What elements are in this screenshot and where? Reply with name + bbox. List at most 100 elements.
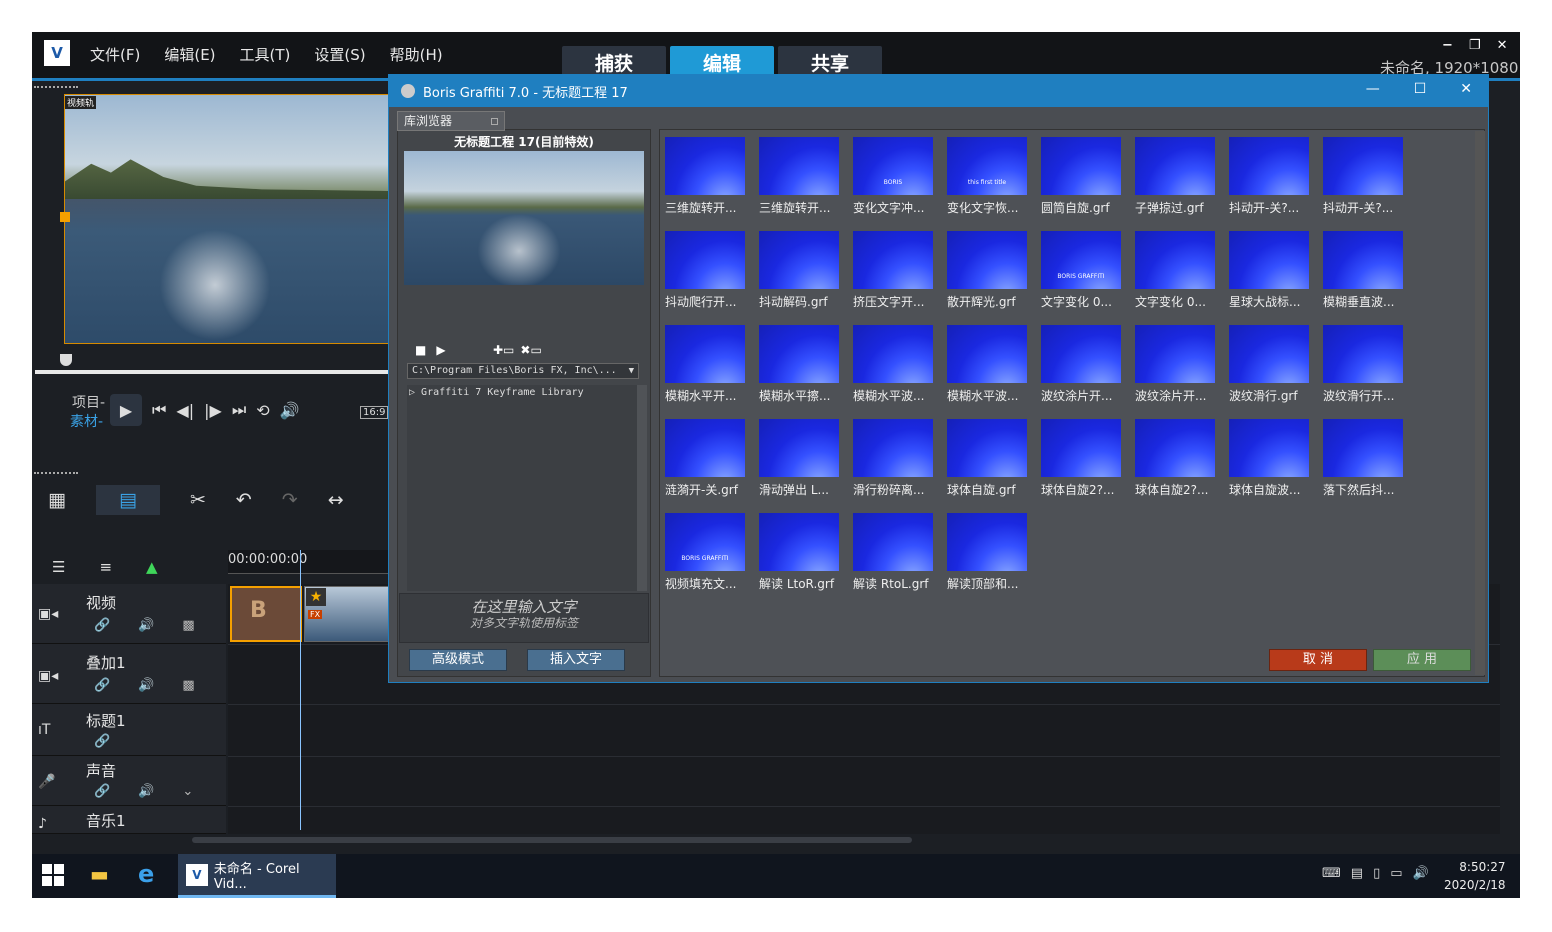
preset-tile[interactable]: 球体自旋2?...	[1135, 419, 1223, 499]
usb-icon[interactable]: ▯	[1373, 866, 1380, 881]
preset-tile[interactable]: 滑行粉碎离...	[853, 419, 941, 499]
tools-icon[interactable]: ✂	[190, 489, 206, 511]
preset-tile[interactable]: 滑动弹出 L...	[759, 419, 847, 499]
track-manager-icon[interactable]: ☰	[52, 558, 65, 576]
preset-tile[interactable]: 模糊水平波...	[947, 325, 1035, 405]
cancel-button[interactable]: 取 消	[1269, 649, 1367, 671]
keyboard-icon[interactable]: ⌨	[1322, 866, 1341, 881]
advanced-mode-button[interactable]: 高级模式	[409, 649, 507, 671]
preset-tile[interactable]: 球体自旋.grf	[947, 419, 1035, 499]
menu-file[interactable]: 文件(F)	[90, 44, 140, 65]
internet-explorer-icon[interactable]: e	[138, 860, 166, 888]
dialog-titlebar[interactable]: Boris Graffiti 7.0 - 无标题工程 17 — ☐ ✕	[389, 75, 1488, 107]
skip-start-icon[interactable]: ⏮	[152, 400, 166, 420]
preset-tile[interactable]: 抖动爬行开...	[665, 231, 753, 311]
preset-tile[interactable]: 散开辉光.grf	[947, 231, 1035, 311]
track-overlay[interactable]: ▣◂ 叠加1 🔗 🔊 ▩	[32, 644, 226, 704]
mosaic-icon[interactable]: ▩	[182, 678, 194, 693]
preset-tile[interactable]: 波纹滑行开...	[1323, 325, 1411, 405]
menu-tools[interactable]: 工具(T)	[240, 44, 291, 65]
resize-handle[interactable]	[60, 212, 70, 222]
system-clock[interactable]: 8:50:27 2020/2/18	[1444, 858, 1506, 894]
preset-tile[interactable]: 模糊垂直波...	[1323, 231, 1411, 311]
preset-tile[interactable]: 解读顶部和...	[947, 513, 1035, 593]
vm-icon[interactable]: ▤	[1351, 866, 1363, 881]
apply-button[interactable]: 应 用	[1373, 649, 1471, 671]
preset-tile[interactable]: 波纹涂片开...	[1041, 325, 1129, 405]
link-icon[interactable]: 🔗	[94, 734, 110, 749]
library-path-select[interactable]: C:\Program Files\Boris FX, Inc\... ▼	[407, 363, 639, 379]
storyboard-view-icon[interactable]: ▦	[48, 489, 66, 511]
timeline-view-button[interactable]: ▤	[95, 485, 160, 515]
library-tree[interactable]	[407, 385, 637, 591]
preset-tile[interactable]: 模糊水平擦...	[759, 325, 847, 405]
preset-tile[interactable]: 抖动开-关?...	[1229, 137, 1317, 217]
preset-tile[interactable]: 抖动解码.grf	[759, 231, 847, 311]
preset-tile[interactable]: 三维旋转开...	[665, 137, 753, 217]
track-video[interactable]: ▣◂ 视频 🔗 🔊 ▩	[32, 584, 226, 644]
preset-tile[interactable]: 球体自旋波...	[1229, 419, 1317, 499]
right-scrollbar[interactable]	[1500, 94, 1520, 834]
preset-tile[interactable]: 抖动开-关?...	[1323, 137, 1411, 217]
preset-tile[interactable]: 落下然后抖...	[1323, 419, 1411, 499]
panel-grip-2[interactable]	[34, 472, 78, 474]
text-input-box[interactable]: 在这里输入文字 对多文字轨使用标签	[399, 593, 649, 643]
preset-tile[interactable]: 涟漪开-关.grf	[665, 419, 753, 499]
tab-float-icon[interactable]	[491, 118, 498, 125]
dialog-minimize-icon[interactable]: —	[1366, 81, 1380, 97]
track-volume-icon[interactable]: 🔊	[138, 784, 154, 799]
preset-tile[interactable]: BORIS GRAFFITI 文字变化 0...	[1041, 231, 1129, 311]
prev-frame-icon[interactable]: ◀|	[176, 401, 194, 420]
next-frame-icon[interactable]: |▶	[204, 401, 222, 420]
expand-icon[interactable]: ⌄	[182, 784, 193, 799]
repeat-icon[interactable]: ⟲	[256, 401, 269, 420]
track-music[interactable]: ♪ 音乐1	[32, 806, 226, 834]
preset-tile[interactable]: 圆筒自旋.grf	[1041, 137, 1129, 217]
add-favorite-icon[interactable]: ✚▭	[493, 343, 514, 357]
track-title[interactable]: ıT 标题1 🔗	[32, 704, 226, 756]
timeline-scrollbar[interactable]	[192, 837, 912, 843]
file-explorer-icon[interactable]: ▬	[90, 862, 116, 888]
restore-icon[interactable]: ❐	[1469, 38, 1481, 53]
link-icon[interactable]: 🔗	[94, 618, 110, 633]
track-volume-icon[interactable]: 🔊	[138, 678, 154, 693]
preset-tile[interactable]: 三维旋转开...	[759, 137, 847, 217]
video-clip-1[interactable]: B	[230, 586, 302, 642]
preset-tile[interactable]: 星球大战标...	[1229, 231, 1317, 311]
stop-icon[interactable]: ■	[415, 343, 426, 357]
play-button[interactable]: ▶	[110, 394, 142, 426]
preset-tile[interactable]: 波纹涂片开...	[1135, 325, 1223, 405]
preset-tile[interactable]: 文字变化 0...	[1135, 231, 1223, 311]
minimize-icon[interactable]: −	[1442, 38, 1453, 53]
aspect-ratio-badge[interactable]: 16:9	[360, 406, 389, 419]
play-icon[interactable]: ▶	[436, 343, 445, 357]
windows-start-icon[interactable]	[42, 864, 64, 886]
track-volume-icon[interactable]: 🔊	[138, 618, 154, 633]
project-mode-label[interactable]: 项目-	[72, 392, 105, 412]
fit-timeline-icon[interactable]: ↔	[328, 489, 344, 511]
preset-tile[interactable]: 解读 RtoL.grf	[853, 513, 941, 593]
preset-tile[interactable]: BORIS 变化文字冲...	[853, 137, 941, 217]
ripple-edit-icon[interactable]: ▲	[146, 558, 158, 576]
preset-tile[interactable]: 模糊水平波...	[853, 325, 941, 405]
preset-tile[interactable]: 波纹滑行.grf	[1229, 325, 1317, 405]
link-icon[interactable]: 🔗	[94, 678, 110, 693]
panel-grip[interactable]	[34, 86, 78, 88]
tree-item-keyframe-library[interactable]: ▷ Graffiti 7 Keyframe Library	[409, 387, 584, 398]
track-voice[interactable]: 🎤 声音 🔗 🔊 ⌄	[32, 756, 226, 806]
link-icon[interactable]: 🔗	[94, 784, 110, 799]
scrub-bar[interactable]	[35, 370, 391, 374]
clip-mode-label[interactable]: 素材-	[70, 411, 103, 431]
preset-tile[interactable]: 模糊水平开...	[665, 325, 753, 405]
preset-tile[interactable]: BORIS GRAFFITI 视频填充文...	[665, 513, 753, 593]
remove-favorite-icon[interactable]: ✖▭	[520, 343, 541, 357]
menu-settings[interactable]: 设置(S)	[314, 44, 365, 65]
close-icon[interactable]: ✕	[1497, 38, 1508, 53]
preset-tile[interactable]: this first title 变化文字恢...	[947, 137, 1035, 217]
tab-library-browser[interactable]: 库浏览器	[397, 111, 505, 131]
playhead[interactable]	[300, 550, 301, 830]
scrubber-pin-icon[interactable]	[60, 354, 72, 366]
tree-scrollbar[interactable]	[637, 385, 647, 591]
volume-icon[interactable]: 🔊	[280, 401, 300, 420]
dialog-close-icon[interactable]: ✕	[1460, 81, 1472, 97]
